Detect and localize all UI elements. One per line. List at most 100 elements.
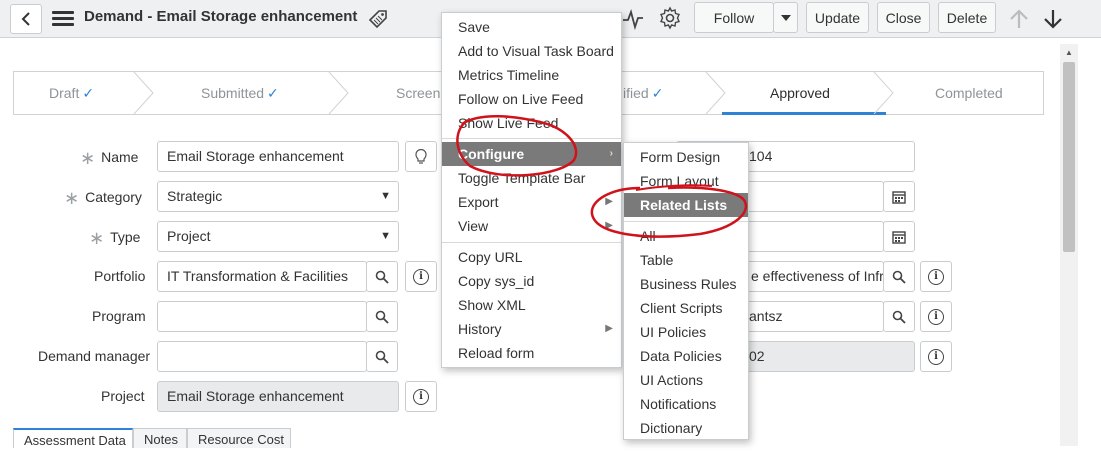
calendar-icon [892, 190, 906, 204]
submenu-item-dictionary[interactable]: Dictionary [624, 416, 748, 440]
menu-separator [442, 242, 621, 243]
program-lookup-button[interactable] [366, 301, 398, 332]
portfolio-input[interactable]: IT Transformation & Facilities [157, 261, 367, 292]
submenu-arrow-icon: ▶ [605, 323, 613, 334]
calendar-button[interactable] [883, 181, 915, 212]
stage-completed: Completed [935, 85, 1003, 101]
menu-item-toggle-template-bar[interactable]: Toggle Template Bar [442, 166, 621, 190]
submenu-item-related-lists[interactable]: Related Lists [624, 193, 748, 217]
update-button[interactable]: Update [806, 2, 869, 33]
goal-info-button[interactable]: i [920, 261, 952, 292]
arrow-up-icon[interactable] [1008, 8, 1030, 30]
demand-manager-label: Demand manager [38, 348, 151, 364]
submenu-item-ui-actions[interactable]: UI Actions [624, 368, 748, 392]
delete-button[interactable]: Delete [938, 2, 996, 33]
project-field: Email Storage enhancement [157, 381, 399, 412]
hamburger-menu-icon[interactable] [52, 8, 74, 30]
menu-item-show-live-feed[interactable]: Show Live Feed [442, 111, 621, 135]
calendar-icon [892, 230, 906, 244]
submenu-item-table[interactable]: Table [624, 248, 748, 272]
follow-dropdown-button[interactable] [773, 2, 798, 33]
code-info-button[interactable]: i [920, 341, 952, 372]
program-label: Program [92, 308, 146, 324]
requested-by-lookup-button[interactable] [883, 301, 915, 332]
submenu-item-business-rules[interactable]: Business Rules [624, 272, 748, 296]
chevron-left-icon [21, 12, 30, 26]
submenu-item-ui-policies[interactable]: UI Policies [624, 320, 748, 344]
demand-manager-input[interactable] [157, 341, 367, 372]
menu-item-copy-sys-id[interactable]: Copy sys_id [442, 269, 621, 293]
menu-item-add-to-visual-task-board[interactable]: Add to Visual Task Board [442, 39, 621, 63]
program-input[interactable] [157, 301, 367, 332]
context-menu: Save Add to Visual Task Board Metrics Ti… [441, 12, 622, 368]
demand-manager-lookup-button[interactable] [366, 341, 398, 372]
search-icon [892, 310, 906, 324]
tab-resource-cost[interactable]: Resource Cost [187, 428, 291, 448]
goal-lookup-button[interactable] [883, 261, 915, 292]
submenu-item-form-layout[interactable]: Form Layout [624, 169, 748, 193]
menu-separator [624, 221, 748, 222]
submenu-item-all[interactable]: All [624, 224, 748, 248]
required-marker: ∗ [64, 188, 80, 208]
activity-icon[interactable] [621, 7, 645, 31]
lightbulb-icon [415, 148, 427, 164]
stage-approved: Approved [770, 85, 830, 101]
chevron-divider [705, 72, 726, 114]
submenu-arrow-icon: ▶ [605, 196, 613, 207]
submenu-item-data-policies[interactable]: Data Policies [624, 344, 748, 368]
menu-item-history[interactable]: History ▶ [442, 317, 621, 341]
chevron-divider [328, 72, 349, 114]
tag-icon[interactable] [366, 6, 390, 30]
stage-draft: Draft ✓ [49, 85, 95, 101]
vertical-scrollbar[interactable]: ▲ [1060, 44, 1078, 446]
submenu-item-client-scripts[interactable]: Client Scripts [624, 296, 748, 320]
checkmark-icon: ✓ [82, 85, 95, 101]
submenu-item-notifications[interactable]: Notifications [624, 392, 748, 416]
caret-down-icon: ▼ [380, 230, 391, 242]
submenu-item-form-design[interactable]: Form Design [624, 145, 748, 169]
info-icon: i [928, 308, 944, 325]
suggestion-button[interactable] [405, 141, 437, 172]
type-select[interactable]: Project ▼ [157, 221, 399, 252]
project-info-button[interactable]: i [405, 381, 437, 412]
tab-notes[interactable]: Notes [133, 428, 187, 448]
name-label: ∗ Name [80, 148, 139, 168]
requested-by-info-button[interactable]: i [920, 301, 952, 332]
menu-item-follow-on-live-feed[interactable]: Follow on Live Feed [442, 87, 621, 111]
submenu-arrow-icon: ▶ [605, 220, 613, 231]
required-marker: ∗ [80, 148, 96, 168]
project-label: Project [101, 388, 145, 404]
caret-down-icon [780, 14, 791, 21]
search-icon [375, 270, 389, 284]
search-icon [375, 310, 389, 324]
info-icon: i [413, 268, 429, 285]
portfolio-lookup-button[interactable] [366, 261, 398, 292]
page-title: Demand - Email Storage enhancement [84, 8, 358, 25]
caret-down-icon: ▼ [380, 190, 391, 202]
arrow-down-icon[interactable] [1042, 8, 1064, 30]
name-input[interactable]: Email Storage enhancement [157, 141, 399, 172]
menu-item-export[interactable]: Export ▶ [442, 190, 621, 214]
menu-item-configure[interactable]: Configure › [442, 142, 621, 166]
back-button[interactable] [10, 4, 42, 34]
follow-button[interactable]: Follow [694, 2, 774, 33]
tab-assessment-data[interactable]: Assessment Data [13, 428, 133, 448]
gear-icon[interactable] [658, 6, 682, 30]
portfolio-info-button[interactable]: i [405, 261, 437, 292]
scroll-thumb[interactable] [1063, 62, 1075, 252]
required-marker: ∗ [89, 228, 105, 248]
menu-item-show-xml[interactable]: Show XML [442, 293, 621, 317]
category-select[interactable]: Strategic ▼ [157, 181, 399, 212]
menu-item-save[interactable]: Save [442, 15, 621, 39]
menu-item-view[interactable]: View ▶ [442, 214, 621, 238]
menu-item-copy-url[interactable]: Copy URL [442, 245, 621, 269]
submenu-arrow-icon: › [609, 148, 613, 159]
menu-item-reload-form[interactable]: Reload form [442, 341, 621, 365]
info-icon: i [928, 348, 944, 365]
scroll-up-icon[interactable]: ▲ [1065, 48, 1073, 57]
close-button[interactable]: Close [877, 2, 930, 33]
menu-item-metrics-timeline[interactable]: Metrics Timeline [442, 63, 621, 87]
configure-submenu: Form Design Form Layout Related Lists Al… [623, 142, 749, 440]
type-label: ∗ Type [89, 228, 141, 248]
calendar-button-2[interactable] [883, 221, 915, 252]
